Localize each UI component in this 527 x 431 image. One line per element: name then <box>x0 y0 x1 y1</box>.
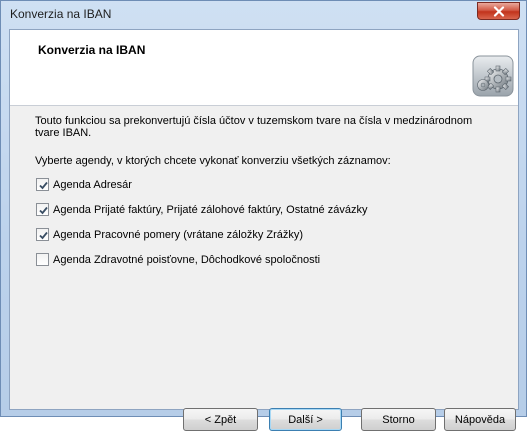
checkbox[interactable] <box>36 203 49 216</box>
help-button[interactable]: Nápověda <box>444 408 516 431</box>
agenda-label: Agenda Prijaté faktúry, Prijaté zálohové… <box>53 203 368 216</box>
title-bar[interactable]: Konverzia na IBAN <box>1 1 526 28</box>
next-button[interactable]: Další > <box>269 408 342 431</box>
agenda-prompt: Vyberte agendy, v ktorých chcete vykonať… <box>35 155 391 167</box>
checkmark-icon <box>39 231 48 240</box>
dialog-window: Konverzia na IBAN Konverzia na IBAN Tout… <box>0 0 527 431</box>
checkmark-icon <box>39 181 48 190</box>
wizard-header: Konverzia na IBAN <box>10 30 518 106</box>
header-title: Konverzia na IBAN <box>38 43 146 57</box>
agenda-checkbox-adresar[interactable]: Agenda Adresár <box>36 178 132 191</box>
checkbox[interactable] <box>36 253 49 266</box>
description-text: Touto funkciou sa prekonvertujú čísla úč… <box>35 115 473 139</box>
back-button[interactable]: < Zpět <box>183 408 258 431</box>
checkbox[interactable] <box>36 178 49 191</box>
checkmark-icon <box>39 206 48 215</box>
window-title: Konverzia na IBAN <box>10 7 112 21</box>
agenda-label: Agenda Zdravotné poisťovne, Dôchodkové s… <box>53 253 321 266</box>
checkbox[interactable] <box>36 228 49 241</box>
agenda-checkbox-zdravotne-poistovne[interactable]: Agenda Zdravotné poisťovne, Dôchodkové s… <box>36 253 320 266</box>
gears-icon <box>472 55 514 97</box>
agenda-label: Agenda Adresár <box>53 178 132 191</box>
cancel-button[interactable]: Storno <box>361 408 436 431</box>
agenda-label: Agenda Pracovné pomery (vrátane záložky … <box>53 228 304 241</box>
agenda-checkbox-prijate-faktury[interactable]: Agenda Prijaté faktúry, Prijaté zálohové… <box>36 203 367 216</box>
close-button[interactable] <box>477 2 520 20</box>
close-icon <box>493 5 504 17</box>
wizard-body: Touto funkciou sa prekonvertujú čísla úč… <box>10 106 518 431</box>
agenda-checkbox-pracovne-pomery[interactable]: Agenda Pracovné pomery (vrátane záložky … <box>36 228 303 241</box>
dialog-client-area: Konverzia na IBAN Touto funkciou sa prek… <box>9 29 519 431</box>
